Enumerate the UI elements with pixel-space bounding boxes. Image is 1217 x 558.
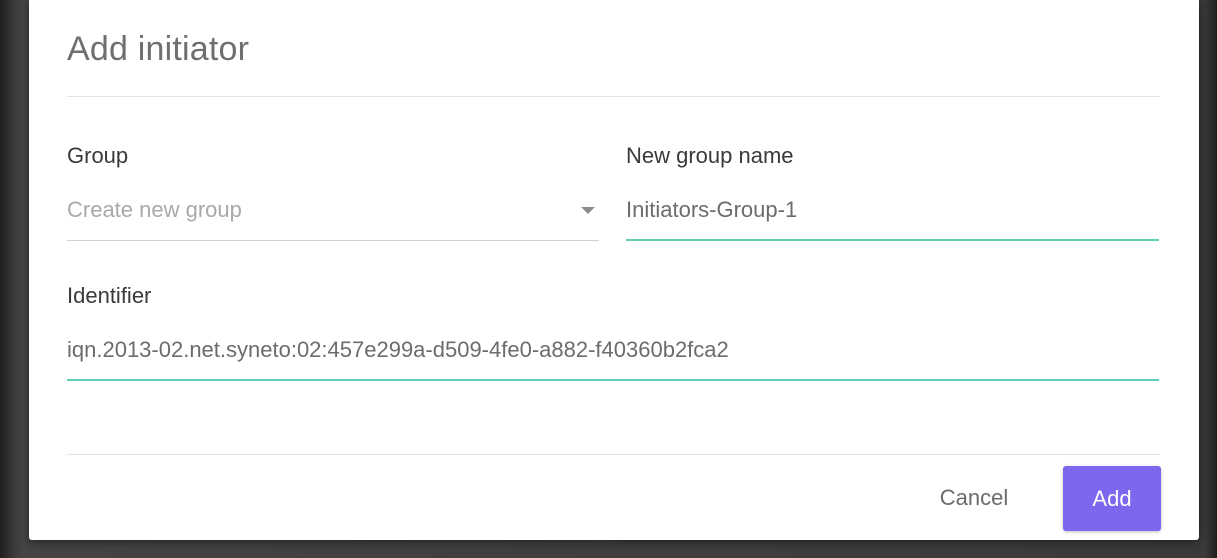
add-initiator-dialog: Add initiator Group Create new group New… bbox=[29, 0, 1199, 540]
identifier-underline bbox=[67, 379, 1159, 381]
footer-divider bbox=[67, 454, 1160, 455]
new-group-name-label: New group name bbox=[626, 143, 794, 168]
new-group-name-underline bbox=[626, 239, 1159, 241]
identifier-input[interactable]: iqn.2013-02.net.syneto:02:457e299a-d509-… bbox=[67, 337, 729, 363]
dialog-title: Add initiator bbox=[67, 30, 250, 68]
group-label: Group bbox=[67, 143, 129, 168]
group-select-underline bbox=[67, 240, 599, 241]
add-button[interactable]: Add bbox=[1063, 466, 1161, 531]
chevron-down-icon[interactable] bbox=[581, 207, 595, 214]
cancel-button[interactable]: Cancel bbox=[919, 470, 1029, 526]
identifier-label: Identifier bbox=[67, 283, 152, 308]
new-group-name-input[interactable]: Initiators-Group-1 bbox=[626, 197, 797, 223]
group-select[interactable]: Create new group bbox=[67, 197, 242, 223]
header-divider bbox=[67, 96, 1160, 97]
